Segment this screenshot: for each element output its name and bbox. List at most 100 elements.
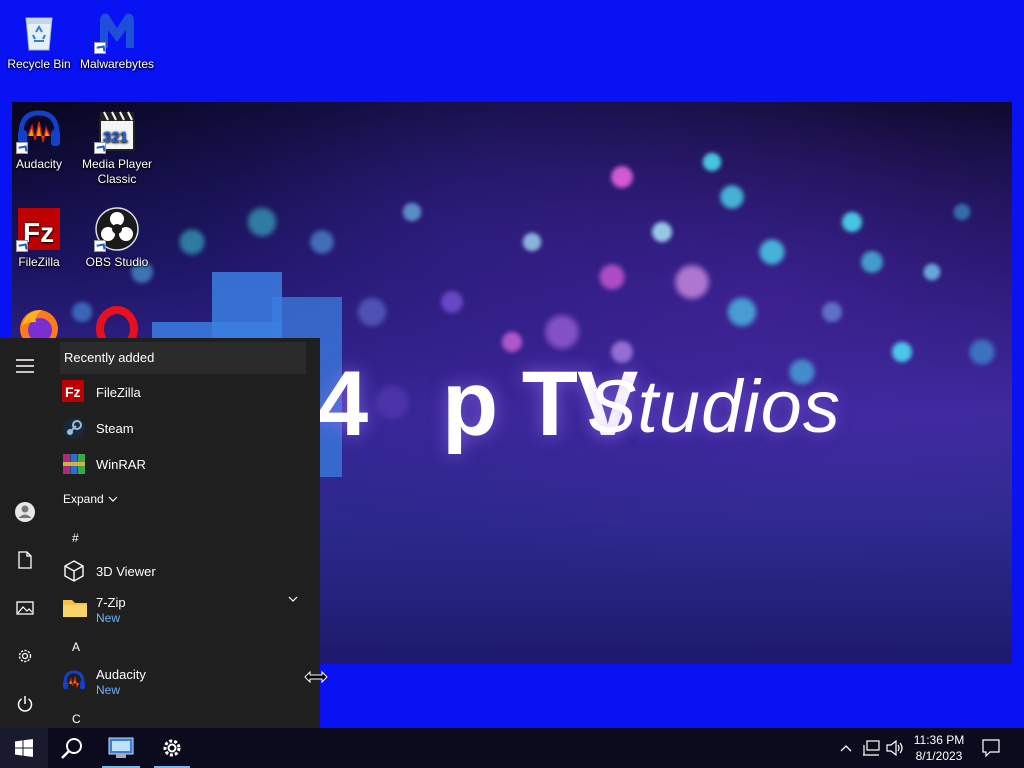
filezilla-icon: Fz <box>16 206 62 252</box>
notification-icon <box>982 739 1000 757</box>
bokeh-dot <box>820 300 844 324</box>
app-label: FileZilla <box>96 385 141 400</box>
clock-time: 11:36 PM <box>913 733 965 747</box>
app-label: Audacity <box>96 666 146 682</box>
chevron-down-icon[interactable] <box>288 596 298 602</box>
desktop-icon-label: Audacity <box>15 157 63 171</box>
expand-label: Expand <box>63 492 104 506</box>
malwarebytes-icon <box>94 8 140 54</box>
desktop-icon-label: Recycle Bin <box>7 57 71 71</box>
bokeh-dot <box>890 340 914 364</box>
action-center-button[interactable] <box>976 728 1006 768</box>
desktop-icon-label: Media Player Classic <box>81 157 153 186</box>
explorer-icon <box>108 737 134 758</box>
volume-icon <box>886 740 903 756</box>
documents-icon[interactable] <box>0 536 50 584</box>
volume-button[interactable] <box>884 728 906 768</box>
taskbar: 11:36 PM 8/1/2023 <box>0 728 1024 768</box>
bokeh-dot <box>439 289 465 315</box>
bokeh-dot <box>967 337 997 367</box>
bokeh-dot <box>521 231 543 253</box>
app-audacity[interactable]: Audacity New <box>60 662 306 702</box>
recycle-bin-icon <box>16 8 62 54</box>
bokeh-dot <box>542 312 582 352</box>
new-badge: New <box>96 610 121 625</box>
hamburger-icon[interactable] <box>0 342 50 390</box>
recently-added-header: Recently added <box>60 342 306 374</box>
bokeh-dot <box>718 183 746 211</box>
taskbar-app-settings[interactable] <box>150 728 194 768</box>
bokeh-dot <box>922 262 942 282</box>
app-7-zip[interactable]: 7-Zip New <box>60 590 306 630</box>
bokeh-dot <box>597 262 627 292</box>
start-button[interactable] <box>0 728 48 768</box>
bokeh-dot <box>372 382 412 422</box>
desktop-icon-label: FileZilla <box>18 255 60 269</box>
obs-studio-icon <box>94 206 140 252</box>
network-icon <box>863 740 880 756</box>
audacity-icon <box>16 108 62 154</box>
desktop: 4 p TV Studios Recycle Bin Malwarebytes <box>0 0 1024 728</box>
shortcut-arrow-icon <box>94 240 106 252</box>
new-badge: New <box>96 682 121 697</box>
wallpaper-subtitle: Studios <box>587 365 841 448</box>
show-hidden-icons-button[interactable] <box>836 728 856 768</box>
user-icon[interactable] <box>0 488 50 536</box>
shortcut-arrow-icon <box>94 142 106 154</box>
expand-button[interactable]: Expand <box>63 492 118 506</box>
taskbar-app-explorer[interactable] <box>98 728 144 768</box>
bokeh-dot <box>840 210 864 234</box>
search-icon <box>61 738 82 759</box>
folder-icon <box>62 597 88 623</box>
3d-viewer-icon <box>62 559 88 585</box>
bokeh-dot <box>609 164 635 190</box>
bokeh-dot <box>952 202 972 222</box>
search-button[interactable] <box>48 728 96 768</box>
desktop-icon-media-player-classic[interactable]: 321 Media Player Classic <box>80 108 154 187</box>
resize-cursor-icon <box>304 670 328 684</box>
steam-icon <box>62 416 88 442</box>
app-label: WinRAR <box>96 457 146 472</box>
bokeh-dot <box>725 295 759 329</box>
app-3d-viewer[interactable]: 3D Viewer <box>60 554 306 590</box>
media-player-classic-icon: 321 <box>94 108 140 154</box>
bokeh-dot <box>355 295 389 329</box>
app-label: 3D Viewer <box>96 564 156 579</box>
settings-icon[interactable] <box>0 632 50 680</box>
network-button[interactable] <box>860 728 882 768</box>
section-letter[interactable]: A <box>72 640 80 654</box>
desktop-icon-filezilla[interactable]: Fz FileZilla <box>2 206 76 270</box>
settings-icon <box>163 739 181 757</box>
bokeh-dot <box>701 151 723 173</box>
chevron-up-icon <box>840 745 852 752</box>
shortcut-arrow-icon <box>16 142 28 154</box>
pictures-icon[interactable] <box>0 584 50 632</box>
chevron-down-icon <box>108 496 118 502</box>
clock-button[interactable]: 11:36 PM 8/1/2023 <box>908 728 970 768</box>
bokeh-dot <box>650 220 674 244</box>
section-letter[interactable]: C <box>72 712 81 726</box>
bokeh-dot <box>177 227 207 257</box>
svg-text:Fz: Fz <box>65 384 81 400</box>
bokeh-dot <box>757 237 787 267</box>
power-icon[interactable] <box>0 680 50 728</box>
recent-app-filezilla[interactable]: Fz FileZilla <box>60 375 306 411</box>
desktop-icon-label: OBS Studio <box>85 255 149 269</box>
desktop-icon-audacity[interactable]: Audacity <box>2 108 76 172</box>
wallpaper-title-prefix: 4 <box>317 353 368 455</box>
desktop-icon-recycle-bin[interactable]: Recycle Bin <box>2 8 76 72</box>
recent-app-winrar[interactable]: WinRAR <box>60 447 306 483</box>
desktop-icon-malwarebytes[interactable]: Malwarebytes <box>80 8 154 72</box>
bokeh-dot <box>859 249 885 275</box>
clock-date: 8/1/2023 <box>915 749 963 763</box>
bokeh-dot <box>245 205 279 239</box>
audacity-icon <box>62 669 88 695</box>
shortcut-arrow-icon <box>94 42 106 54</box>
desktop-icon-label: Malwarebytes <box>80 57 155 71</box>
shortcut-arrow-icon <box>16 240 28 252</box>
desktop-icon-obs-studio[interactable]: OBS Studio <box>80 206 154 270</box>
section-letter[interactable]: # <box>72 531 79 545</box>
start-menu: Recently added Fz FileZilla Steam WinRAR <box>0 338 320 728</box>
bokeh-dot <box>308 228 336 256</box>
recent-app-steam[interactable]: Steam <box>60 411 306 447</box>
